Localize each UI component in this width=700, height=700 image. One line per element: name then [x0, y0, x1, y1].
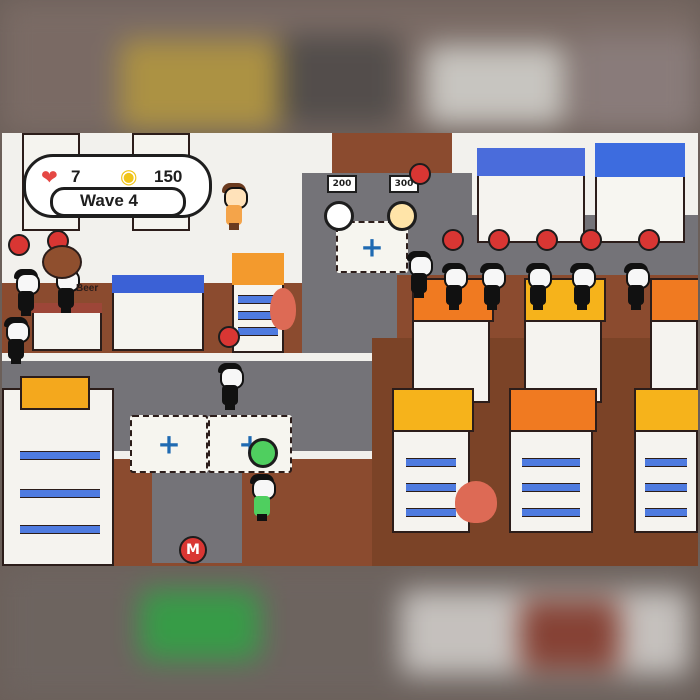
enemy-character — [216, 363, 244, 411]
window-stripe — [20, 525, 100, 534]
enemy-character — [12, 269, 40, 317]
enemy-character — [524, 263, 552, 311]
window-stripe — [406, 508, 456, 517]
roof-center-left — [112, 275, 204, 293]
house-top-right-roof — [477, 148, 585, 176]
beer-sign: Beer — [76, 283, 99, 294]
coffee-tower-button[interactable] — [324, 201, 354, 231]
hud-panel: ❤ 7 ◉ 150 Wave 4 — [23, 154, 212, 218]
enemy-character — [2, 317, 30, 365]
window-stripe — [406, 483, 456, 492]
coffee-cup-icon — [42, 245, 82, 279]
building-bottom-left — [2, 388, 114, 566]
enemy-character — [568, 263, 596, 311]
enemy-character — [405, 251, 433, 299]
wave-label: Wave 4 — [80, 191, 138, 210]
plus-icon: + — [157, 427, 181, 461]
tower-slot-left[interactable]: + — [130, 415, 208, 473]
window-stripe — [522, 508, 580, 517]
coin-stack-icon: ◉ — [120, 164, 138, 188]
tree-decoration — [455, 481, 497, 523]
lives-count: 7 — [71, 167, 81, 186]
building-r6-roof — [634, 388, 698, 432]
enemy-mask-marker — [218, 326, 240, 348]
hero-character[interactable] — [248, 474, 276, 522]
smiley-selection-badge — [248, 438, 278, 468]
tree-decoration — [270, 288, 296, 330]
window-stripe — [20, 489, 100, 498]
enemy-mask-marker — [409, 163, 431, 185]
enemy-character — [622, 263, 650, 311]
tall-building-left-roof — [232, 253, 284, 285]
barista-character — [220, 183, 248, 231]
window-stripe — [406, 458, 456, 467]
enemy-character — [440, 263, 468, 311]
building-r4-roof — [392, 388, 474, 432]
heart-icon: ❤ — [41, 165, 58, 189]
sidewalk-top — [2, 353, 372, 361]
window-stripe — [20, 451, 100, 460]
house-far-right-roof — [595, 143, 685, 177]
coin-count: 150 — [154, 167, 183, 186]
window-stripe — [238, 327, 278, 336]
enemy-mask-marker — [488, 229, 510, 251]
barista-tower-button[interactable] — [387, 201, 417, 231]
enemy-mask-marker — [8, 234, 30, 256]
window-stripe — [645, 508, 687, 517]
wave-indicator: Wave 4 — [50, 187, 186, 217]
window-stripe — [645, 458, 687, 467]
map-marker-button[interactable]: M — [179, 536, 207, 564]
enemy-mask-marker — [442, 229, 464, 251]
window-stripe — [522, 458, 580, 467]
building-r3-roof — [650, 278, 698, 322]
plus-icon: + — [360, 230, 384, 264]
window-stripe — [645, 483, 687, 492]
building-bottom-left-roof — [20, 376, 90, 410]
building-r5-roof — [509, 388, 597, 432]
enemy-mask-marker — [638, 229, 660, 251]
enemy-character — [478, 263, 506, 311]
tower-price-tag-left: 200 — [327, 175, 357, 193]
enemy-mask-marker — [536, 229, 558, 251]
window-stripe — [522, 483, 580, 492]
enemy-mask-marker — [580, 229, 602, 251]
